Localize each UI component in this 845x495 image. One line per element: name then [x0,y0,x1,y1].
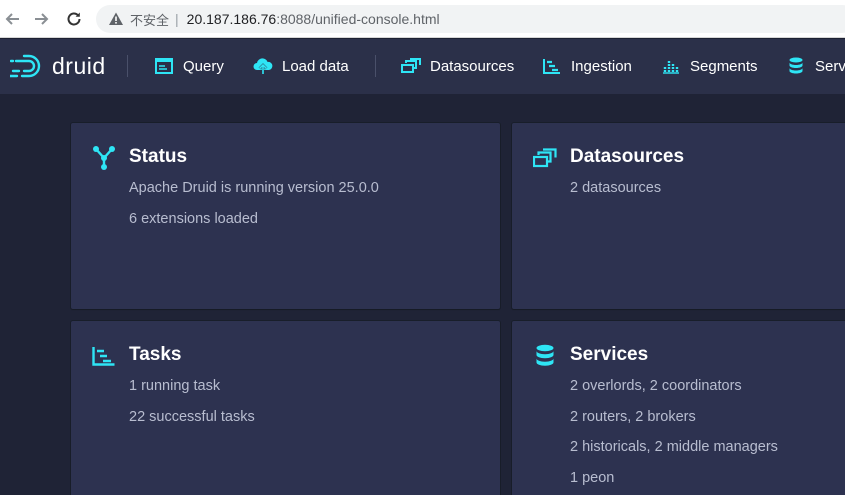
gantt-chart-icon [91,343,117,369]
nav-query-label: Query [183,57,224,75]
database-icon [786,56,806,76]
url-path: :8088/unified-console.html [276,11,440,27]
multi-select-icon [401,56,421,76]
reload-icon [67,12,81,26]
datasources-card[interactable]: Datasources 2 datasources [512,123,845,309]
app-header: druid Query Load data Datasources Ingest… [0,39,845,94]
status-card[interactable]: Status Apache Druid is running version 2… [71,123,500,309]
back-button[interactable] [2,8,24,30]
datasources-count-text: 2 datasources [570,180,662,196]
nav-services[interactable]: Serv [786,55,845,77]
nav-query[interactable]: Query [154,55,224,77]
services-historicals-text: 2 historicals, 2 middle managers [570,439,778,455]
services-overlords-text: 2 overlords, 2 coordinators [570,378,742,394]
status-version-text: Apache Druid is running version 25.0.0 [129,180,379,196]
nav-segments[interactable]: Segments [661,55,758,77]
warning-icon [108,11,124,27]
status-extensions-text: 6 extensions loaded [129,211,258,227]
forward-button[interactable] [30,8,52,30]
tasks-card[interactable]: Tasks 1 running task 22 successful tasks [71,321,500,495]
arrow-left-icon [5,13,19,25]
nav-segments-label: Segments [690,57,758,75]
stacked-chart-icon [661,56,681,76]
address-bar[interactable]: 不安全 | 20.187.186.76:8088/unified-console… [96,5,845,33]
tasks-running-text: 1 running task [129,378,221,394]
nav-datasources-label: Datasources [430,57,515,75]
cloud-upload-icon [253,56,273,76]
services-routers-text: 2 routers, 2 brokers [570,409,696,425]
home-view: Status Apache Druid is running version 2… [0,94,845,495]
reload-button[interactable] [63,8,85,30]
logo-text: druid [52,52,106,79]
database-icon [532,343,558,369]
gantt-chart-icon [542,56,562,76]
browser-toolbar: 不安全 | 20.187.186.76:8088/unified-console… [0,0,845,38]
url-host: 20.187.186.76 [186,11,277,27]
console-icon [154,56,174,76]
nav-load-data-label: Load data [282,57,349,75]
multi-select-icon [532,145,558,171]
graph-icon [91,145,117,171]
tasks-card-title: Tasks [129,344,182,365]
nav-load-data[interactable]: Load data [253,55,349,77]
datasources-card-title: Datasources [570,146,685,167]
status-card-title: Status [129,146,188,167]
druid-logo[interactable]: druid [10,51,106,81]
services-peon-text: 1 peon [570,470,615,486]
nav-ingestion[interactable]: Ingestion [542,55,632,77]
header-divider [127,55,128,77]
services-card-title: Services [570,344,649,365]
services-card[interactable]: Services 2 overlords, 2 coordinators 2 r… [512,321,845,495]
security-label: 不安全 [130,13,170,29]
nav-datasources[interactable]: Datasources [401,55,514,77]
nav-services-label: Serv [815,57,845,75]
arrow-right-icon [35,13,49,25]
nav-ingestion-label: Ingestion [571,57,632,75]
address-divider: | [175,11,179,27]
tasks-successful-text: 22 successful tasks [129,409,255,425]
druid-logo-icon [10,54,41,78]
header-divider [375,55,376,77]
